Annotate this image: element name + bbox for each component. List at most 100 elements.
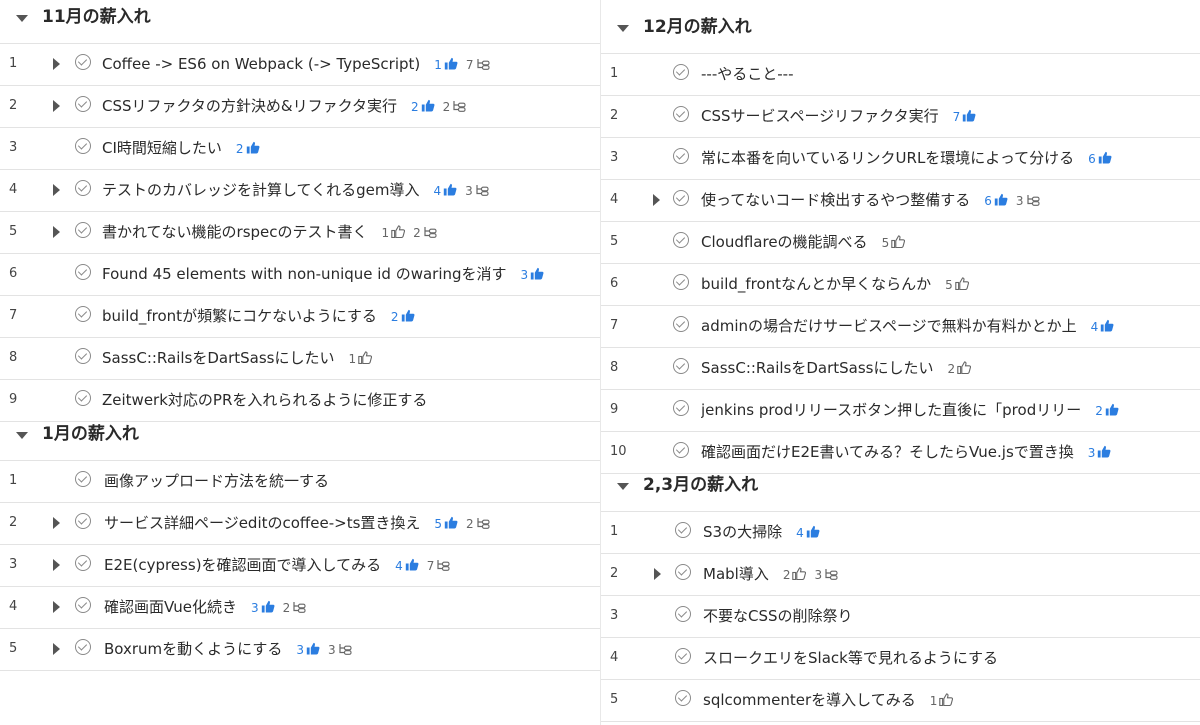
task-title[interactable]: 常に本番を向いているリンクURLを環境によって分ける <box>701 149 1074 167</box>
checkmark-circle-icon[interactable] <box>75 180 91 196</box>
checkmark-circle-icon[interactable] <box>675 606 691 622</box>
checkmark-circle-icon[interactable] <box>75 348 91 364</box>
section-header[interactable]: 2,3月の薪入れ <box>601 468 1200 512</box>
task-row[interactable]: 8 SassC::RailsをDartSassにしたい 1 <box>0 338 600 380</box>
task-title[interactable]: build_frontなんとか早くならんか <box>701 275 931 293</box>
like-count[interactable]: 4 <box>1091 319 1115 334</box>
like-count[interactable]: 3 <box>1088 445 1112 460</box>
task-row[interactable]: 3 不要なCSSの削除祭り <box>601 596 1200 638</box>
checkmark-circle-icon[interactable] <box>673 190 689 206</box>
like-count[interactable]: 3 <box>296 642 320 657</box>
checkmark-circle-icon[interactable] <box>673 442 689 458</box>
checkmark-circle-icon[interactable] <box>673 274 689 290</box>
section-header[interactable]: 12月の薪入れ <box>601 10 1200 54</box>
task-title[interactable]: Zeitwerk対応のPRを入れられるように修正する <box>102 391 427 409</box>
task-title[interactable]: テストのカバレッジを計算してくれるgem導入 <box>102 181 419 199</box>
expand-caret-icon[interactable] <box>53 601 60 613</box>
task-row[interactable]: 3 CI時間短縮したい 2 <box>0 128 600 170</box>
like-count[interactable]: 5 <box>945 277 969 292</box>
task-row[interactable]: 2 Mabl導入 2 3 <box>601 554 1200 596</box>
task-title[interactable]: 確認画面Vue化続き <box>104 598 237 616</box>
task-title[interactable]: jenkins prodリリースボタン押した直後に「prodリリー <box>701 401 1081 419</box>
task-title[interactable]: SassC::RailsをDartSassにしたい <box>102 349 335 367</box>
checkmark-circle-icon[interactable] <box>75 390 91 406</box>
task-title[interactable]: 不要なCSSの削除祭り <box>703 607 853 625</box>
like-count[interactable]: 2 <box>411 99 435 114</box>
task-title[interactable]: 画像アップロード方法を統一する <box>104 472 329 490</box>
subtask-count[interactable]: 2 <box>413 226 437 240</box>
task-row[interactable]: 1 S3の大掃除 4 <box>601 512 1200 554</box>
checkmark-circle-icon[interactable] <box>75 639 91 655</box>
like-count[interactable]: 6 <box>1088 151 1112 166</box>
checkmark-circle-icon[interactable] <box>75 597 91 613</box>
checkmark-circle-icon[interactable] <box>675 690 691 706</box>
checkmark-circle-icon[interactable] <box>673 148 689 164</box>
like-count[interactable]: 1 <box>382 225 406 240</box>
task-title[interactable]: 書かれてない機能のrspecのテスト書く <box>102 223 368 241</box>
task-title[interactable]: スロークエリをSlack等で見れるようにする <box>703 649 998 667</box>
checkmark-circle-icon[interactable] <box>675 522 691 538</box>
like-count[interactable]: 1 <box>434 57 458 72</box>
task-title[interactable]: 確認画面だけE2E書いてみる？そしたらVue.jsで置き換 <box>701 443 1074 461</box>
checkmark-circle-icon[interactable] <box>675 648 691 664</box>
expand-caret-icon[interactable] <box>53 517 60 529</box>
checkmark-circle-icon[interactable] <box>673 106 689 122</box>
task-row[interactable]: 8 SassC::RailsをDartSassにしたい 2 <box>601 348 1200 390</box>
expand-caret-icon[interactable] <box>53 559 60 571</box>
like-count[interactable]: 5 <box>434 516 458 531</box>
task-row[interactable]: 4 スロークエリをSlack等で見れるようにする <box>601 638 1200 680</box>
checkmark-circle-icon[interactable] <box>675 564 691 580</box>
task-title[interactable]: SassC::RailsをDartSassにしたい <box>701 359 934 377</box>
checkmark-circle-icon[interactable] <box>75 96 91 112</box>
expand-caret-icon[interactable] <box>654 568 661 580</box>
like-count[interactable]: 4 <box>395 558 419 573</box>
task-title[interactable]: 使ってないコード検出するやつ整備する <box>701 191 970 209</box>
task-row[interactable]: 4 テストのカバレッジを計算してくれるgem導入 4 3 <box>0 170 600 212</box>
task-row[interactable]: 5 書かれてない機能のrspecのテスト書く 1 2 <box>0 212 600 254</box>
expand-caret-icon[interactable] <box>53 100 60 112</box>
like-count[interactable]: 3 <box>251 600 275 615</box>
task-row[interactable]: 2 CSSリファクタの方針決め&リファクタ実行 2 2 <box>0 86 600 128</box>
expand-caret-icon[interactable] <box>53 643 60 655</box>
expand-caret-icon[interactable] <box>653 194 660 206</box>
task-row[interactable]: 6 build_frontなんとか早くならんか 5 <box>601 264 1200 306</box>
task-row[interactable]: 2 サービス詳細ページeditのcoffee->ts置き換え 5 2 <box>0 503 600 545</box>
like-count[interactable]: 2 <box>236 141 260 156</box>
checkmark-circle-icon[interactable] <box>673 400 689 416</box>
task-title[interactable]: adminの場合だけサービスページで無料か有料かとか上 <box>701 317 1077 335</box>
checkmark-circle-icon[interactable] <box>75 138 91 154</box>
checkmark-circle-icon[interactable] <box>75 264 91 280</box>
checkmark-circle-icon[interactable] <box>673 358 689 374</box>
checkmark-circle-icon[interactable] <box>75 222 91 238</box>
task-row[interactable]: 9 jenkins prodリリースボタン押した直後に「prodリリー 2 <box>601 390 1200 432</box>
checkmark-circle-icon[interactable] <box>673 316 689 332</box>
like-count[interactable]: 6 <box>984 193 1008 208</box>
task-title[interactable]: build_frontが頻繁にコケないようにする <box>102 307 377 325</box>
expand-caret-icon[interactable] <box>53 184 60 196</box>
subtask-count[interactable]: 2 <box>443 100 467 114</box>
expand-caret-icon[interactable] <box>53 58 60 70</box>
task-row[interactable]: 7 adminの場合だけサービスページで無料か有料かとか上 4 <box>601 306 1200 348</box>
task-row[interactable]: 7 build_frontが頻繁にコケないようにする 2 <box>0 296 600 338</box>
task-title[interactable]: Found 45 elements with non-unique id のwa… <box>102 265 507 283</box>
checkmark-circle-icon[interactable] <box>673 232 689 248</box>
subtask-count[interactable]: 3 <box>328 643 352 657</box>
like-count[interactable]: 5 <box>882 235 906 250</box>
task-row[interactable]: 6 Found 45 elements with non-unique id のw… <box>0 254 600 296</box>
task-row[interactable]: 5 sqlcommenterを導入してみる 1 <box>601 680 1200 722</box>
like-count[interactable]: 3 <box>521 267 545 282</box>
collapse-caret-icon[interactable] <box>16 15 28 22</box>
like-count[interactable]: 1 <box>930 693 954 708</box>
like-count[interactable]: 2 <box>783 567 807 582</box>
task-row[interactable]: 1 ---やること--- <box>601 54 1200 96</box>
task-row[interactable]: 9 Zeitwerk対応のPRを入れられるように修正する <box>0 380 600 422</box>
like-count[interactable]: 2 <box>1095 403 1119 418</box>
task-title[interactable]: ---やること--- <box>701 65 793 83</box>
expand-caret-icon[interactable] <box>53 226 60 238</box>
task-title[interactable]: Mabl導入 <box>703 565 769 583</box>
subtask-count[interactable]: 2 <box>466 517 490 531</box>
checkmark-circle-icon[interactable] <box>75 471 91 487</box>
checkmark-circle-icon[interactable] <box>75 555 91 571</box>
task-row[interactable]: 1 Coffee -> ES6 on Webpack (-> TypeScript… <box>0 44 600 86</box>
task-title[interactable]: E2E(cypress)を確認画面で導入してみる <box>104 556 381 574</box>
